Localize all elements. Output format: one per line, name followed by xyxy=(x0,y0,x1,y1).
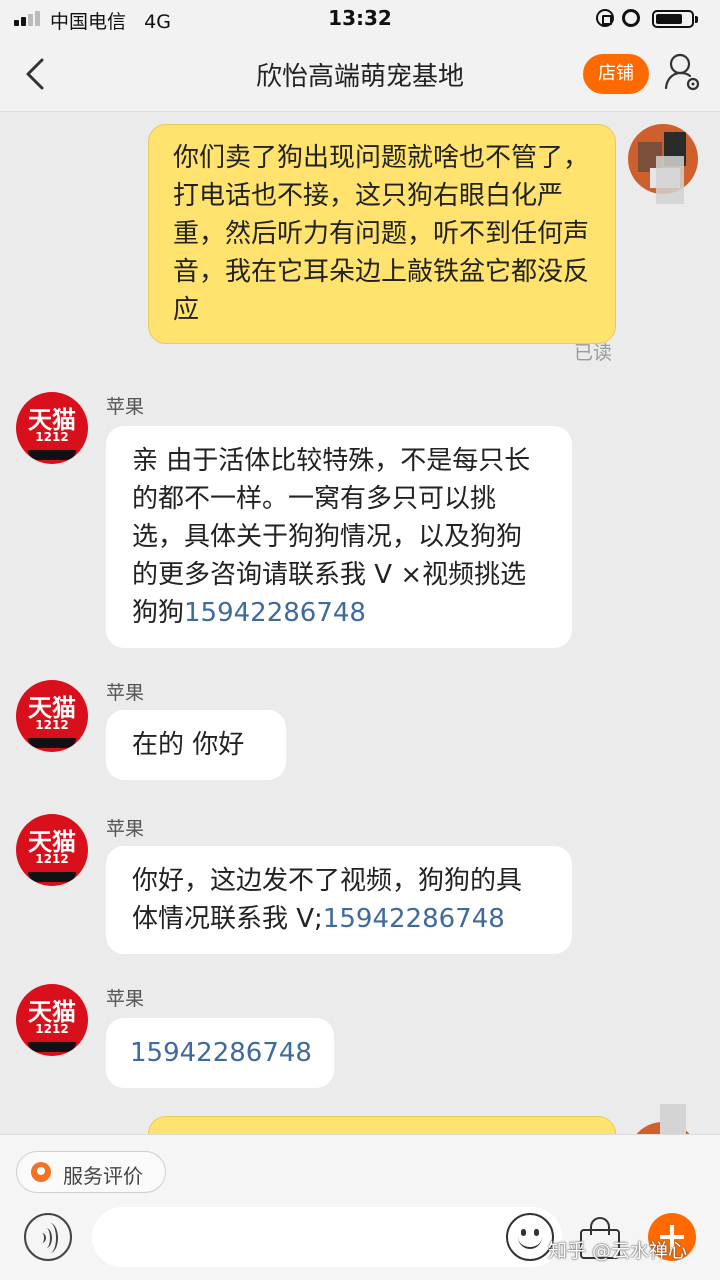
message-bubble-mine[interactable]: 你们卖了狗出现问题就啥也不管了，打电话也不接，这只狗右眼白化严重，然后听力有问题… xyxy=(148,124,616,344)
service-rating-label: 服务评价 xyxy=(63,1164,143,1188)
shop-avatar[interactable]: 天猫 1212 xyxy=(16,392,88,464)
chat-area[interactable]: 你们卖了狗出现问题就啥也不管了，打电话也不接，这只狗右眼白化严重，然后听力有问题… xyxy=(0,112,720,1134)
shop-avatar[interactable]: 天猫 1212 xyxy=(16,680,88,752)
phone-link[interactable]: 15942286748 xyxy=(323,904,505,934)
watermark-text: 知乎 @云水禅心 xyxy=(548,1240,688,1262)
read-status: 已读 xyxy=(574,342,613,364)
emoji-icon[interactable] xyxy=(506,1213,554,1261)
service-rating-button[interactable]: 服务评价 xyxy=(16,1151,166,1193)
battery-icon xyxy=(652,10,698,28)
sender-name: 苹果 xyxy=(106,396,145,418)
phone-link[interactable]: 15942286748 xyxy=(184,598,366,628)
rotation-lock-icon xyxy=(596,9,614,27)
shop-avatar[interactable]: 天猫 1212 xyxy=(16,814,88,886)
nav-bar: 欣怡高端萌宠基地 店铺 xyxy=(0,36,720,112)
shop-avatar[interactable]: 天猫 1212 xyxy=(16,984,88,1056)
profile-settings-icon[interactable] xyxy=(664,52,700,92)
phone-link[interactable]: 15942286748 xyxy=(130,1038,312,1068)
message-text: 你们卖了狗出现问题就啥也不管了，打电话也不接，这只狗右眼白化严重，然后听力有问题… xyxy=(173,143,590,325)
message-input[interactable] xyxy=(92,1207,562,1267)
voice-input-icon[interactable] xyxy=(24,1213,72,1261)
message-bubble-shop[interactable]: 你好，这边发不了视频，狗狗的具体情况联系我 V;15942286748 xyxy=(106,846,572,954)
sender-name: 苹果 xyxy=(106,988,145,1010)
status-icons xyxy=(596,7,706,29)
sender-name: 苹果 xyxy=(106,682,145,704)
page-title: 欣怡高端萌宠基地 xyxy=(255,62,464,92)
message-bubble-shop[interactable]: 亲 由于活体比较特殊，不是每只长的都不一样。一窝有多只可以挑选，具体关于狗狗情况… xyxy=(106,426,572,648)
message-bubble-shop[interactable]: 15942286748 xyxy=(106,1018,334,1088)
privacy-mask xyxy=(660,1104,686,1134)
sender-name: 苹果 xyxy=(106,818,145,840)
back-icon[interactable] xyxy=(22,56,52,92)
alarm-icon xyxy=(622,9,640,27)
status-bar: 中国电信 4G 13:32 xyxy=(0,0,720,36)
privacy-mask xyxy=(656,156,684,204)
rating-icon xyxy=(31,1162,51,1182)
store-button[interactable]: 店铺 xyxy=(583,54,649,94)
message-bubble-shop[interactable]: 在的 你好 xyxy=(106,710,286,780)
message-text: 在的 你好 xyxy=(132,730,245,760)
message-bubble-mine-partial[interactable] xyxy=(148,1116,616,1134)
